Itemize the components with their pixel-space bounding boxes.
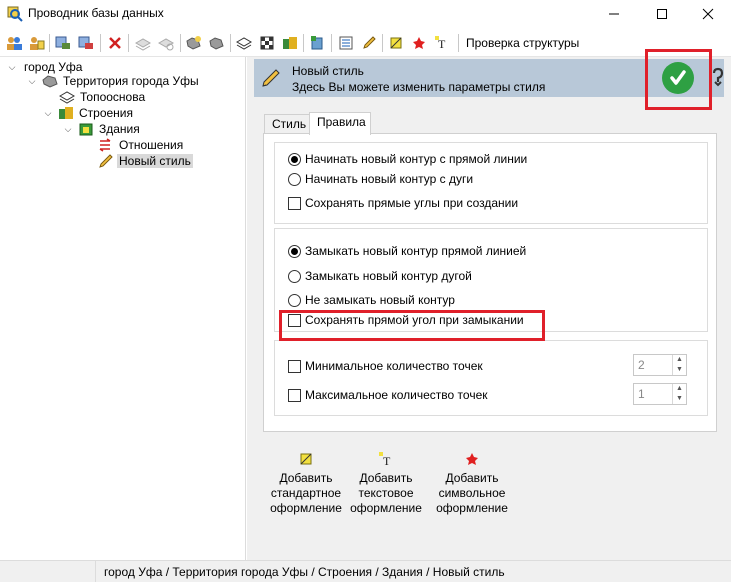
close-arc-radio[interactable]: Замыкать новый контур дугой	[288, 269, 472, 283]
style-header: Новый стиль Здесь Вы можете изменить пар…	[254, 49, 724, 110]
db-tree: ⌵ город Уфа ⌵ Территория города Уфы Топо…	[0, 57, 246, 560]
tree-item-new-style[interactable]: Новый стиль	[98, 153, 193, 169]
status-bar: город Уфа / Территория города Уфы / Стро…	[0, 560, 731, 582]
symbol-style-icon[interactable]	[409, 33, 429, 53]
layers-icon	[59, 89, 75, 105]
style-editor-panel: Новый стиль Здесь Вы можете изменить пар…	[247, 49, 731, 560]
pencil-icon	[98, 153, 114, 169]
svg-text:T: T	[438, 37, 446, 51]
standard-style-icon	[296, 449, 316, 469]
tree-item-territory[interactable]: ⌵ Территория города Уфы	[26, 73, 201, 89]
undo-icon	[712, 67, 724, 87]
maximize-button[interactable]	[639, 0, 685, 28]
start-contour-group: Начинать новый контур с прямой линии Нач…	[274, 142, 708, 224]
tree-item-topobase[interactable]: Топооснова	[59, 89, 147, 105]
style-subtitle: Здесь Вы можете изменить параметры стиля	[292, 80, 546, 94]
building-add-icon[interactable]	[307, 33, 327, 53]
symbol-style-icon	[462, 449, 482, 469]
status-path: город Уфа / Территория города Уфы / Стро…	[104, 565, 505, 579]
start-line-radio[interactable]: Начинать новый контур с прямой линии	[288, 152, 527, 166]
user-settings-icon[interactable]	[26, 33, 46, 53]
standard-style-icon[interactable]	[386, 33, 406, 53]
close-line-highlight-frame	[279, 310, 545, 341]
spin-down-icon: ▼	[676, 366, 683, 373]
text-style-icon: T	[376, 449, 396, 469]
style-title: Новый стиль	[292, 64, 364, 78]
no-close-radio[interactable]: Не замыкать новый контур	[288, 293, 455, 307]
chevron-down-icon[interactable]: ⌵	[6, 61, 18, 73]
chevron-down-icon[interactable]: ⌵	[26, 75, 38, 87]
checker-icon[interactable]	[257, 33, 277, 53]
pencil-icon[interactable]	[359, 33, 379, 53]
toolbar: T Проверка структуры	[0, 28, 731, 57]
layers-disabled-icon[interactable]	[133, 33, 153, 53]
add-text-style-button[interactable]: T Добавить текстовое оформление	[346, 449, 426, 516]
db-add-icon[interactable]	[53, 33, 73, 53]
territory-add-icon[interactable]	[184, 33, 204, 53]
spin-up-icon: ▲	[676, 385, 683, 392]
tab-rules[interactable]: Правила	[309, 112, 371, 135]
max-points-stepper[interactable]: 1 ▲ ▼	[633, 383, 687, 405]
min-points-stepper[interactable]: 2 ▲ ▼	[633, 354, 687, 376]
undo-button[interactable]	[710, 67, 728, 89]
list-icon[interactable]	[336, 33, 356, 53]
layers-link-disabled-icon[interactable]	[156, 33, 176, 53]
status-left-cell	[0, 561, 96, 582]
tree-item-buildings[interactable]: ⌵ Здания	[62, 121, 142, 137]
window-title: Проводник базы данных	[28, 6, 164, 20]
close-line-radio[interactable]: Замыкать новый контур прямой линией	[288, 244, 526, 258]
max-points-checkbox[interactable]: Максимальное количество точек	[288, 388, 488, 402]
buildings-icon	[58, 105, 74, 121]
tab-style[interactable]: Стиль	[264, 114, 310, 134]
rules-panel: Начинать новый контур с прямой линии Нач…	[263, 133, 717, 432]
territory-icon	[42, 73, 58, 89]
structure-check-button[interactable]: Проверка структуры	[466, 36, 579, 50]
points-group: Минимальное количество точек 2 ▲ ▼ Максим…	[274, 340, 708, 416]
buildings-icon[interactable]	[280, 33, 300, 53]
add-symbol-style-button[interactable]: Добавить символьное оформление	[432, 449, 512, 516]
pencil-icon	[260, 67, 282, 89]
min-points-checkbox[interactable]: Минимальное количество точек	[288, 359, 483, 373]
tree-item-relations[interactable]: Отношения	[98, 137, 185, 153]
svg-text:T: T	[383, 454, 391, 467]
start-arc-radio[interactable]: Начинать новый контур с дуги	[288, 172, 473, 186]
layers-icon[interactable]	[234, 33, 254, 53]
building-icon	[78, 121, 94, 137]
minimize-button[interactable]	[591, 0, 637, 28]
territory-edit-icon[interactable]	[207, 33, 227, 53]
search-db-icon	[7, 6, 23, 22]
spin-up-icon: ▲	[676, 356, 683, 363]
db-remove-icon[interactable]	[76, 33, 96, 53]
chevron-down-icon[interactable]: ⌵	[42, 107, 54, 119]
keep-right-angles-checkbox[interactable]: Сохранять прямые углы при создании	[288, 196, 518, 210]
close-button[interactable]	[685, 0, 731, 28]
tree-item-structures[interactable]: ⌵ Строения	[42, 105, 135, 121]
relations-icon	[98, 137, 114, 153]
title-bar: Проводник базы данных	[0, 0, 731, 28]
chevron-down-icon[interactable]: ⌵	[62, 123, 74, 135]
text-style-icon[interactable]: T	[432, 33, 452, 53]
apply-highlight-frame	[645, 49, 712, 110]
delete-icon[interactable]	[105, 33, 125, 53]
add-standard-style-button[interactable]: Добавить стандартное оформление	[266, 449, 346, 516]
spin-down-icon: ▼	[676, 395, 683, 402]
users-icon[interactable]	[4, 33, 24, 53]
